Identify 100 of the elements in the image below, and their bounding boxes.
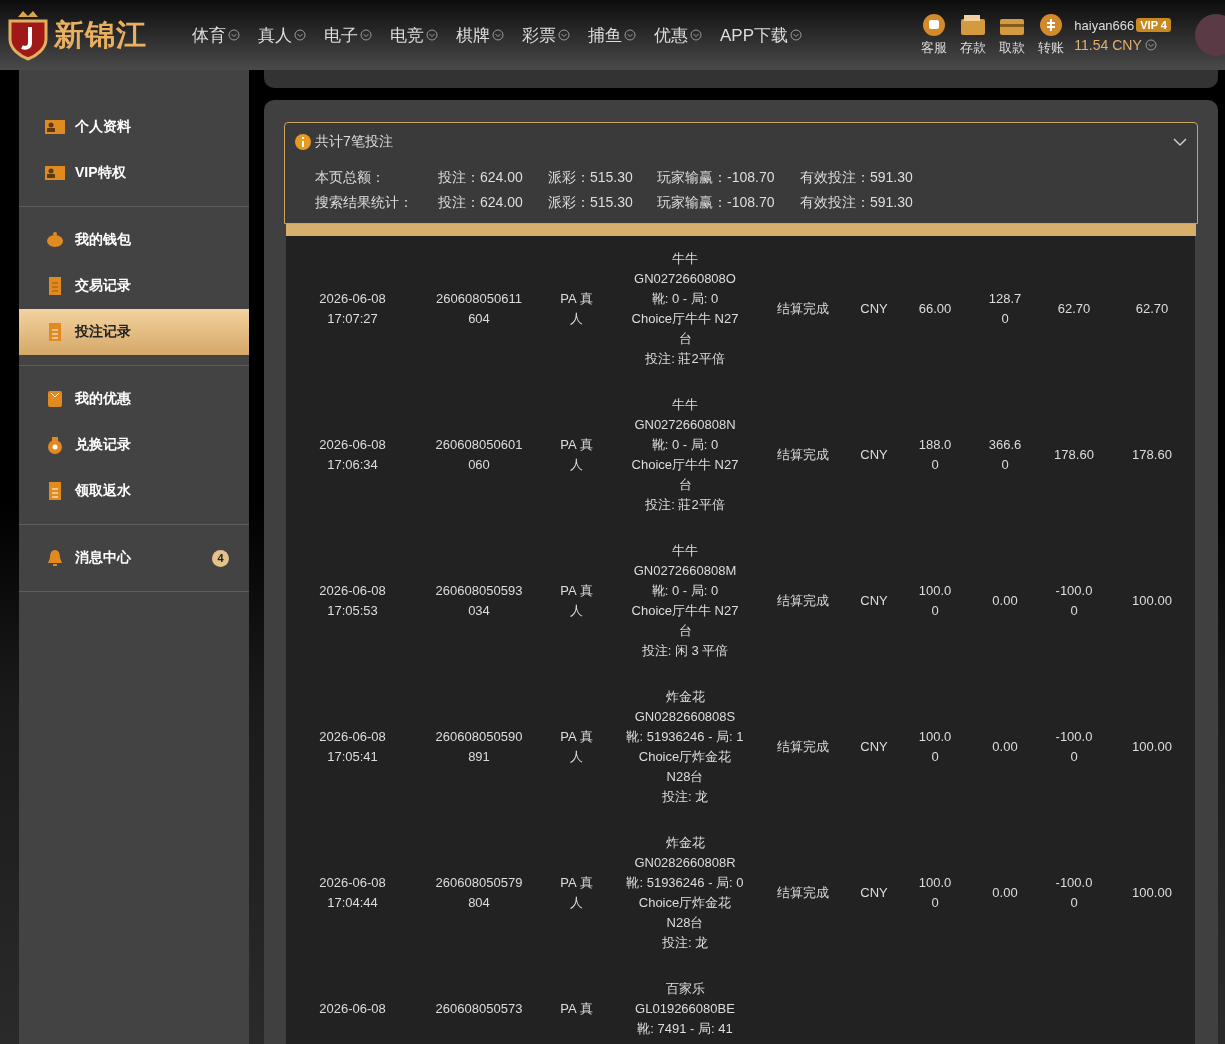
chevron-down-icon[interactable] [1173, 137, 1187, 147]
chevron-down-icon [690, 29, 702, 41]
summary-value: 有效投注：591.30 [800, 168, 914, 187]
table-cell-text: 62.70 [1056, 300, 1092, 318]
summary-value: 投注：624.00 [438, 168, 524, 187]
table-cell-text: 260608050611604 [435, 290, 523, 328]
table-cell-text: 178.60 [1053, 446, 1095, 464]
summary-label: 搜索结果统计： [315, 193, 414, 212]
table-cell-text: 结算完成 [775, 300, 830, 318]
chevron-down-icon [360, 29, 372, 41]
nav-menu-item[interactable]: 体育 [192, 23, 240, 47]
chevron-down-icon [1144, 38, 1157, 51]
chevron-down-icon [426, 29, 438, 41]
table-cell-text: CNY [859, 446, 889, 464]
table-cell-text: 2026-06-08 17:07:27 [318, 290, 387, 328]
table-cell-text: 100.00 [1131, 592, 1173, 610]
vip-level-badge: VIP 4 [1136, 18, 1171, 32]
quick-action-button[interactable]: 客服 [921, 13, 948, 57]
chevron-down-icon [790, 29, 803, 41]
sidebar-item[interactable]: 交易记录 [19, 263, 249, 309]
table-cell-text: PA 真人 [559, 290, 594, 328]
chevron-down-icon [492, 29, 504, 41]
table-cell-text: 100.00 [1131, 738, 1173, 756]
nav-menu-item[interactable]: 捕鱼 [588, 23, 636, 47]
sidebar-item[interactable]: 投注记录 [19, 309, 249, 355]
sidebar-item[interactable]: 领取返水 [19, 468, 249, 514]
quick-action-button[interactable]: 取款 [999, 13, 1026, 57]
chevron-down-icon [294, 29, 306, 41]
summary-value: 派彩：515.30 [548, 193, 634, 212]
id-card-icon [45, 164, 65, 182]
summary-value: 派彩：515.30 [548, 168, 634, 187]
table-cell-text: 结算完成 [775, 446, 830, 464]
table-cell-text: 100.00 [917, 874, 953, 912]
bet-details: 百家乐 GL019266080BE 靴: 7491 - 局: 41 [634, 980, 736, 1038]
bell-icon [45, 549, 65, 567]
table-cell-text: 260608050573 [434, 1000, 524, 1018]
table-cell-text: 100.00 [917, 728, 953, 766]
quick-action-button[interactable]: 转账 [1038, 13, 1065, 57]
summary-value: 玩家输赢：-108.70 [657, 168, 776, 187]
coin-icon [1038, 13, 1065, 37]
bet-details: 牛牛 GN0272660808O 靴: 0 - 局: 0 Choice厅牛牛 N27台 投注: 莊2平倍 [630, 250, 740, 368]
table-cell-text: CNY [859, 592, 889, 610]
table-cell-text: PA 真人 [559, 874, 594, 912]
wallet-icon [960, 13, 987, 37]
nav-menu-item[interactable]: 真人 [258, 23, 306, 47]
nav-menu-item[interactable]: 优惠 [654, 23, 702, 47]
chevron-down-icon [624, 29, 636, 41]
nav-menu-item[interactable]: APP下载 [720, 23, 803, 47]
table-cell-text: CNY [859, 300, 889, 318]
summary-value: 投注：624.00 [438, 193, 524, 212]
table-cell-text: PA 真 [559, 1000, 594, 1018]
table-cell-text: 188.00 [917, 436, 953, 474]
sidebar-item[interactable]: 我的优惠 [19, 376, 249, 422]
sidebar-item[interactable]: 我的钱包 [19, 217, 249, 263]
table-cell-text: 2026-06-08 17:06:34 [318, 436, 387, 474]
chevron-down-icon [558, 29, 570, 41]
table-cell-text: 0.00 [991, 738, 1019, 756]
count-badge: 4 [212, 549, 229, 567]
bet-details: 牛牛 GN0272660808M 靴: 0 - 局: 0 Choice厅牛牛 N27台 投注: 闲 3 平倍 [630, 542, 740, 660]
table-cell-text: 260608050593034 [434, 582, 524, 620]
bag-icon [45, 390, 65, 408]
table-cell-text: PA 真人 [559, 728, 594, 766]
info-icon [295, 134, 311, 150]
table-cell-text: PA 真人 [559, 582, 594, 620]
table-cell-text: 260608050601060 [434, 436, 524, 474]
table-cell-text: 66.00 [917, 300, 953, 318]
table-cell-text: PA 真人 [559, 436, 594, 474]
sidebar-item[interactable]: 个人资料 [19, 104, 249, 150]
table-cell-text: 0.00 [991, 592, 1019, 610]
table-cell-text: 2026-06-08 17:04:44 [318, 874, 387, 912]
table-cell-text: 2026-06-08 17:05:53 [318, 582, 387, 620]
quick-action-button[interactable]: 存款 [960, 13, 987, 57]
nav-menu-item[interactable]: 棋牌 [456, 23, 504, 47]
sidebar-item[interactable]: 兑换记录 [19, 422, 249, 468]
bet-details: 炸金花 GN0282660808R 靴: 51936246 - 局: 0 Choice厅炸金花 N28台 投注: 龙 [626, 834, 744, 952]
table-cell-text: 62.70 [1134, 300, 1170, 318]
table-cell-text: 128.70 [987, 290, 1023, 328]
nav-menu-item[interactable]: 电竞 [390, 23, 438, 47]
piggy-bank-icon [45, 231, 65, 249]
table-cell-text: 260608050590891 [434, 728, 524, 766]
sidebar-item[interactable]: 消息中心 4 [19, 535, 249, 581]
money-bag-icon [45, 436, 65, 454]
sidebar-item[interactable]: VIP特权 [19, 150, 249, 196]
nav-menu-item[interactable]: 彩票 [522, 23, 570, 47]
table-cell-text: -100.00 [1054, 728, 1094, 766]
summary-label: 本页总额： [315, 168, 386, 187]
table-cell-text: 2026-06-08 [318, 1000, 387, 1018]
table-cell-text: 100.00 [1131, 884, 1173, 902]
balance-dropdown[interactable]: 11.54 CNY [1074, 36, 1171, 53]
summary-value: 有效投注：591.30 [800, 193, 914, 212]
table-cell-text: CNY [859, 884, 889, 902]
bet-details: 炸金花 GN0282660808S 靴: 51936246 - 局: 1 Choice厅炸金花 N28台 投注: 龙 [626, 688, 744, 806]
table-cell-text: -100.00 [1054, 874, 1094, 912]
nav-menu-item[interactable]: 电子 [324, 23, 372, 47]
table-cell-text: 260608050579804 [434, 874, 524, 912]
bet-details: 牛牛 GN0272660808N 靴: 0 - 局: 0 Choice厅牛牛 N27台 投注: 莊2平倍 [630, 396, 740, 514]
summary-value: 玩家输赢：-108.70 [657, 193, 776, 212]
table-cell-text: 100.00 [917, 582, 953, 620]
site-logo[interactable]: 新锦江 [54, 14, 147, 56]
table-cell-text: 结算完成 [775, 738, 830, 756]
